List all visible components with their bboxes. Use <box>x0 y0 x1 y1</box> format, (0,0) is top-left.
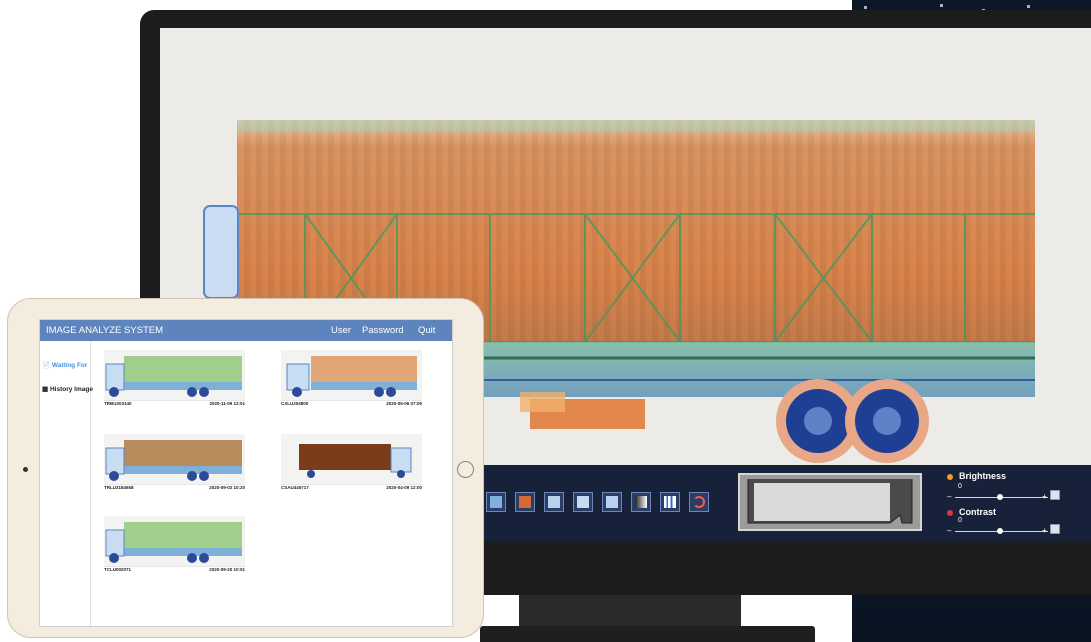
tablet-home-button[interactable] <box>457 461 474 478</box>
filter-3-icon[interactable] <box>602 492 622 512</box>
contrast-label: Contrast <box>959 507 997 517</box>
scan-time: 2020-09-02 10:20 <box>209 485 245 490</box>
scan-card[interactable]: CXLU204800 2020-05-06 07:05 <box>281 350 422 428</box>
color-mode-icon[interactable] <box>515 492 535 512</box>
scan-thumbnail <box>104 516 245 567</box>
sidebar: 📄 Waiting For ▩ History Image <box>40 341 93 626</box>
contrast-minus[interactable]: – <box>947 526 951 535</box>
scan-card[interactable]: TRBU203140 2020-11-09 12:01 <box>104 350 245 428</box>
scan-time: 2020-05-06 07:05 <box>386 401 422 406</box>
image-icon: ▩ <box>42 386 49 393</box>
brightness-reset-button[interactable] <box>1050 490 1060 500</box>
scan-card[interactable]: TCLU002071 2020-09-20 10:01 <box>104 516 245 594</box>
filter-2-icon[interactable] <box>573 492 593 512</box>
contrast-slider[interactable]: – 0 + <box>947 517 1062 536</box>
contrast-knob[interactable] <box>997 528 1003 534</box>
scan-thumbnail <box>281 434 422 485</box>
scan-thumbnail <box>104 434 245 485</box>
histogram-panel <box>738 473 922 531</box>
sidebar-item-waiting-for[interactable]: 📄 Waiting For <box>42 361 87 369</box>
monitor-base <box>480 626 815 642</box>
image-mode-icon[interactable] <box>486 492 506 512</box>
scan-time: 2020-11-09 12:01 <box>209 401 245 406</box>
contrast-plus[interactable]: + <box>1042 526 1047 535</box>
brightness-label: Brightness <box>959 471 1007 481</box>
histogram-plot <box>747 479 913 524</box>
scan-id: TRLU3184658 <box>104 485 134 490</box>
scan-card[interactable]: TRLU3184658 2020-09-02 10:20 <box>104 434 245 512</box>
sidebar-item-label: History Image <box>49 386 93 393</box>
brightness-value: 0 <box>958 483 962 490</box>
scan-time: 2020-04-09 12:00 <box>386 485 422 490</box>
scan-id: CSAU445717 <box>281 485 309 490</box>
scan-thumbnail <box>281 350 422 401</box>
brightness-slider[interactable]: – 0 + <box>947 483 1062 502</box>
filter-1-icon[interactable] <box>544 492 564 512</box>
scan-id: TRBU203140 <box>104 401 132 406</box>
contrast-value: 0 <box>958 517 962 524</box>
brightness-dot <box>947 473 953 480</box>
tablet-screen: IMAGE ANALYZE SYSTEM User Password Quit … <box>39 319 453 627</box>
app-title: IMAGE ANALYZE SYSTEM <box>46 325 164 336</box>
nav-user[interactable]: User <box>331 325 351 336</box>
brightness-minus[interactable]: – <box>947 492 951 501</box>
scan-id: CXLU204800 <box>281 401 309 406</box>
scan-thumbnail <box>104 350 245 401</box>
grayscale-icon[interactable] <box>631 492 651 512</box>
scan-card[interactable]: CSAU445717 2020-04-09 12:00 <box>281 434 422 512</box>
nav-quit[interactable]: Quit <box>418 325 435 336</box>
app-header: IMAGE ANALYZE SYSTEM User Password Quit <box>40 320 452 341</box>
brightness-plus[interactable]: + <box>1042 492 1047 501</box>
tablet-camera <box>23 467 28 472</box>
contrast-control: Contrast <box>947 507 996 517</box>
contrast-reset-button[interactable] <box>1050 524 1060 534</box>
monitor-stand <box>519 595 741 630</box>
nav-password[interactable]: Password <box>362 325 404 336</box>
brightness-control: Brightness <box>947 471 1006 481</box>
document-icon: 📄 <box>42 362 51 369</box>
sidebar-item-history-image[interactable]: ▩ History Image <box>42 385 93 393</box>
sidebar-item-label: Waiting For <box>51 362 88 369</box>
histogram-icon[interactable] <box>660 492 680 512</box>
contrast-dot <box>947 509 953 516</box>
brightness-knob[interactable] <box>997 494 1003 500</box>
scan-id: TCLU002071 <box>104 567 132 572</box>
undo-icon[interactable] <box>689 492 709 512</box>
scan-time: 2020-09-20 10:01 <box>209 567 245 572</box>
tablet-device: IMAGE ANALYZE SYSTEM User Password Quit … <box>7 298 484 638</box>
